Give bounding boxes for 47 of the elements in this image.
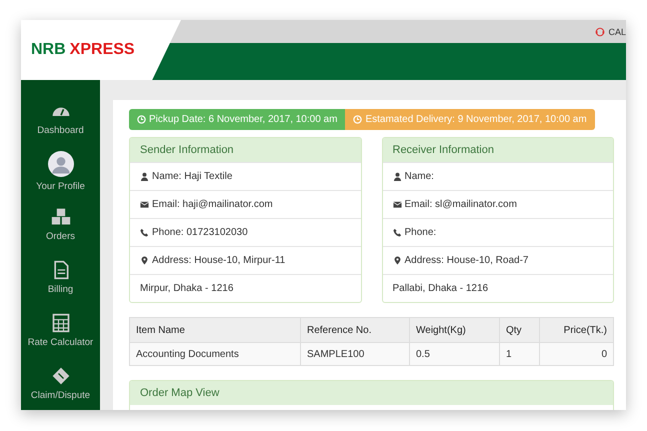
logo-text: XPRESS	[70, 41, 135, 59]
table-cell: 1	[500, 342, 540, 366]
info-row: Name: Haji Textile	[130, 162, 360, 190]
envelope-icon	[392, 200, 402, 209]
column-header: Price(Tk.)	[540, 318, 614, 342]
info-row: Address: House-10, Mirpur-11	[130, 246, 360, 274]
table-cell: SAMPLE100	[300, 342, 410, 366]
sidebar-item[interactable]: Dashboard	[21, 92, 100, 145]
envelope-icon	[140, 200, 149, 209]
info-row: Email: haji@mailinator.com	[130, 190, 360, 218]
headset-icon	[595, 26, 606, 36]
calculator-icon	[50, 313, 70, 333]
table-cell: 0.5	[410, 342, 500, 366]
user-icon	[392, 172, 402, 181]
column-header: Weight(Kg)	[410, 318, 500, 342]
cubes-icon	[50, 207, 70, 227]
panel-heading: Sender Information	[130, 138, 360, 162]
column-header: Item Name	[130, 318, 300, 342]
table-cell: 0	[540, 342, 614, 366]
map-marker-icon	[392, 256, 402, 265]
sidebar-item[interactable]: Billing	[21, 251, 100, 304]
sidebar-item[interactable]: Orders	[21, 198, 100, 251]
sidebar-item[interactable]: Claim/Dispute	[21, 357, 100, 410]
call-link[interactable]: CAL	[595, 26, 626, 36]
info-row: Pallabi, Dhaka - 1216	[382, 274, 613, 302]
table-cell: Accounting Documents	[130, 342, 300, 366]
user-icon	[140, 172, 149, 181]
logo-text: NRB	[31, 41, 66, 59]
column-header: Qty	[500, 318, 540, 342]
date-badge: Estamated Delivery: 9 November, 2017, 10:00 am	[345, 109, 595, 130]
ticket-icon	[50, 366, 70, 386]
sidebar-item[interactable]: Your Profile	[21, 145, 100, 198]
map-marker-icon	[140, 256, 149, 265]
info-row: Name:	[382, 162, 613, 190]
info-row: Mirpur, Dhaka - 1216	[130, 274, 360, 302]
info-row: Phone:	[382, 218, 613, 246]
phone-icon	[140, 228, 149, 237]
info-row: Phone: 01723102030	[130, 218, 360, 246]
panel-heading: Order Map View	[130, 381, 613, 405]
phone-icon	[392, 228, 402, 237]
date-badge: Pickup Date: 6 November, 2017, 10:00 am	[129, 109, 346, 130]
avatar-icon	[48, 151, 74, 177]
sidebar-item[interactable]: Rate Calculator	[21, 304, 100, 357]
info-row: Address: House-10, Road-7	[382, 246, 613, 274]
panel-heading: Receiver Information	[382, 138, 613, 162]
column-header: Reference No.	[300, 318, 410, 342]
info-row: Email: sl@mailinator.com	[382, 190, 613, 218]
